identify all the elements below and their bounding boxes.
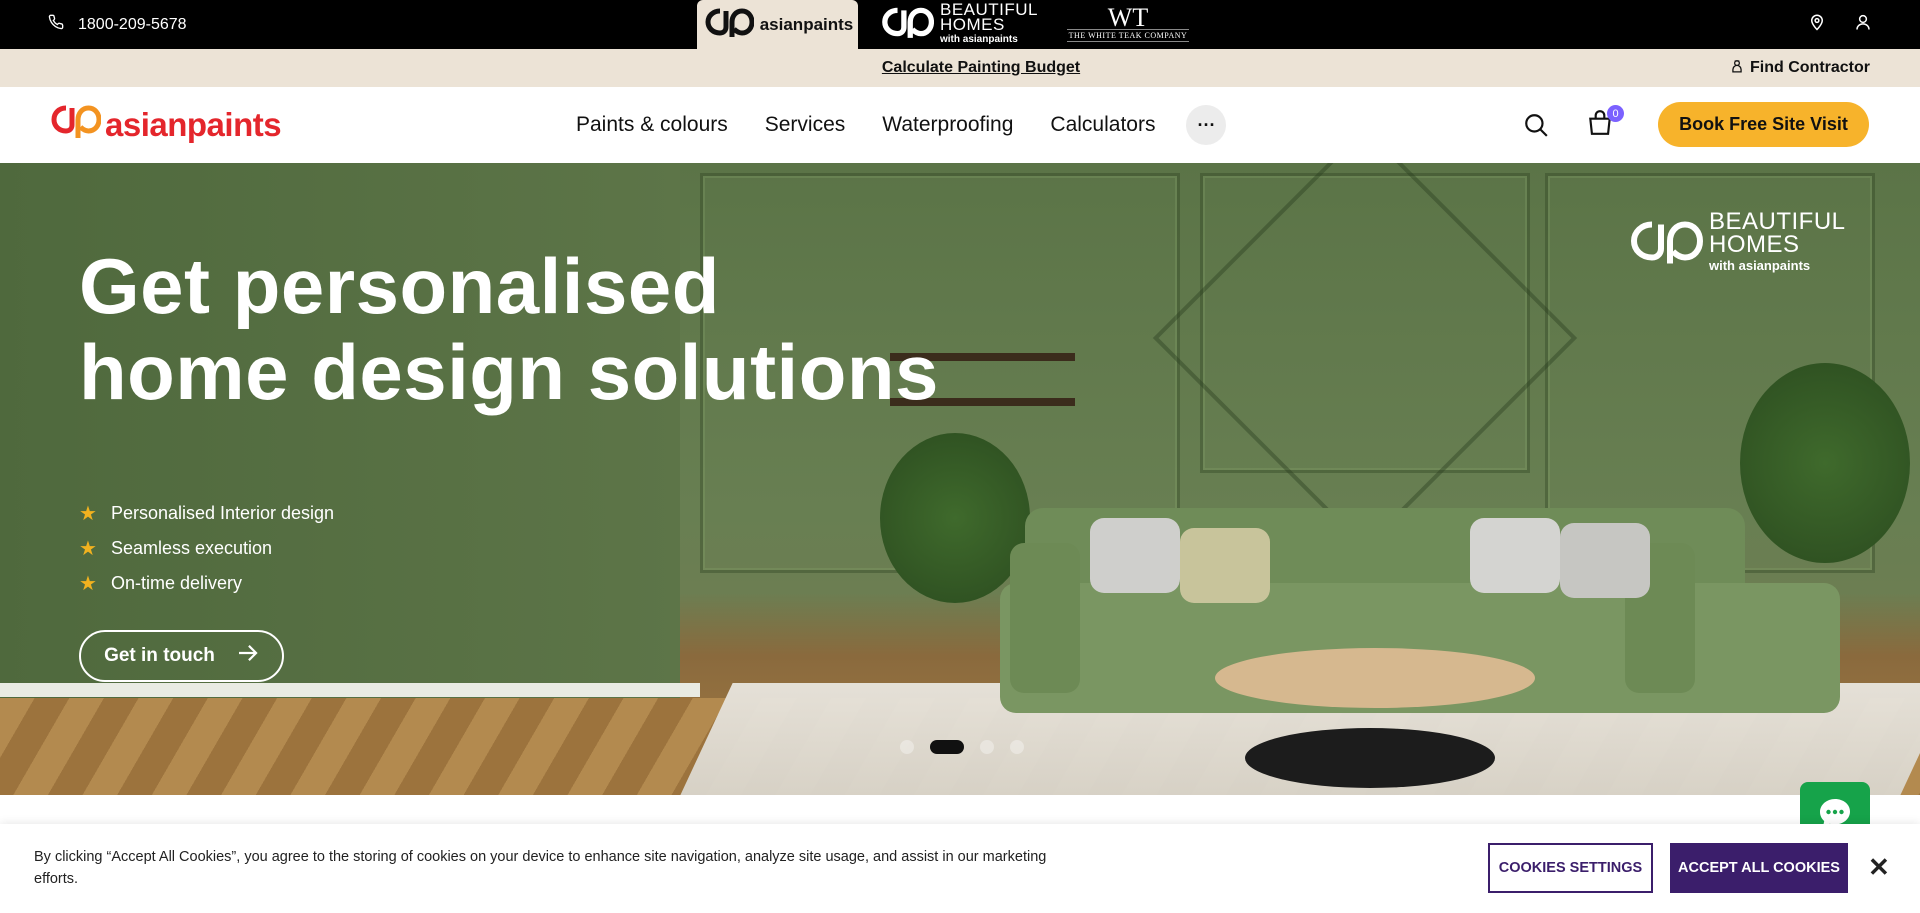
contractor-icon [1730,58,1744,79]
hero-banner: Get personalised home design solutions ★… [0,163,1920,795]
cookie-settings-button[interactable]: COOKIES SETTINGS [1488,843,1653,893]
carousel-dot-active[interactable] [930,740,964,754]
cart-icon [1587,110,1613,141]
carousel-dot[interactable] [1010,740,1024,754]
plant-decor [880,433,1030,603]
top-bar: 1800-209-5678 asianpaints BEAUTIFUL HOME… [0,0,1920,49]
phone-link[interactable]: 1800-209-5678 [48,0,187,49]
white-teak-monogram: WT [1107,3,1149,32]
star-icon: ★ [79,503,97,525]
close-icon[interactable]: ✕ [1868,854,1890,880]
carousel-dots [900,740,1024,754]
plant-decor [1740,363,1910,563]
star-icon: ★ [79,538,97,560]
more-menu-button[interactable]: ··· [1186,105,1227,145]
brand-tab-white-teak[interactable]: WT THE WHITE TEAK COMPANY [1058,0,1198,49]
white-teak-name: THE WHITE TEAK COMPANY [1066,29,1190,42]
find-contractor-label: Find Contractor [1750,59,1870,76]
feature-item: ★ Personalised Interior design [79,503,335,525]
user-icon[interactable] [1854,12,1872,37]
get-in-touch-button[interactable]: Get in touch [79,630,284,682]
asianpaints-mark-icon [702,5,755,44]
star-icon: ★ [79,573,97,595]
hero-title: Get personalised home design solutions [79,242,939,416]
brand-tab-asianpaints[interactable]: asianpaints [697,0,858,49]
carousel-dot[interactable] [980,740,994,754]
hero-feature-list: ★ Personalised Interior design ★ Seamless … [79,496,334,601]
find-contractor-link[interactable]: Find Contractor [1730,49,1870,87]
watermark-text: BEAUTIFUL HOMES with asianpaints [1709,208,1846,274]
phone-number: 1800-209-5678 [78,15,187,33]
baseboard-decor [0,683,700,697]
primary-menu: Paints & colours Services Waterproofing … [576,87,1227,163]
coffee-table-decor [1215,648,1535,708]
cookie-banner: By clicking “Accept All Cookies”, you ag… [0,824,1920,913]
brand-tab-beautiful-homes[interactable]: BEAUTIFUL HOMES with asianpaints [858,0,1058,49]
accept-cookies-button[interactable]: ACCEPT ALL COOKIES [1670,843,1848,893]
calculate-budget-link[interactable]: Calculate Painting Budget [0,49,1920,87]
feature-item: ★ On-time delivery [79,573,242,595]
utility-bar: Calculate Painting Budget Find Contracto… [0,49,1920,87]
menu-item-paints-colours[interactable]: Paints & colours [576,113,728,137]
cookie-message: By clicking “Accept All Cookies”, you ag… [34,849,1047,887]
search-icon[interactable] [1523,112,1549,143]
beautiful-homes-mark-icon [878,4,935,45]
cart-count-badge: 0 [1607,105,1624,122]
beautiful-homes-wordmark: BEAUTIFUL HOMES with asianpaints [939,0,1039,45]
menu-item-services[interactable]: Services [765,113,846,137]
pillow-decor [1090,518,1180,593]
main-navigation: asianpaints Paints & colours Services Wa… [0,87,1920,163]
asianpaints-logo[interactable]: asianpaints [49,101,282,148]
coffee-table-decor [1245,728,1495,788]
pillow-decor [1180,528,1270,603]
feature-item: ★ Seamless execution [79,538,273,560]
menu-item-waterproofing[interactable]: Waterproofing [882,113,1013,137]
beautiful-homes-mark-icon [1625,214,1704,273]
pillow-decor [1470,518,1560,593]
logo-mark-icon [49,101,102,148]
brand-tab-label: asianpaints [759,14,854,34]
cart-button[interactable]: 0 [1587,105,1624,142]
sofa-decor [1010,543,1080,693]
carousel-dot[interactable] [900,740,914,754]
menu-item-calculators[interactable]: Calculators [1050,113,1155,137]
book-site-visit-button[interactable]: Book Free Site Visit [1658,102,1869,147]
arrow-right-icon [237,644,259,668]
logo-wordmark: asianpaints [105,105,282,143]
top-right-icons [1808,0,1872,49]
cta-label: Get in touch [104,645,215,666]
pillow-decor [1560,523,1650,598]
location-pin-icon[interactable] [1808,12,1826,37]
phone-icon [48,14,64,35]
beautiful-homes-watermark: BEAUTIFUL HOMES with asianpaints [1625,208,1846,275]
brand-switcher: asianpaints BEAUTIFUL HOMES with asianpa… [697,0,1198,49]
